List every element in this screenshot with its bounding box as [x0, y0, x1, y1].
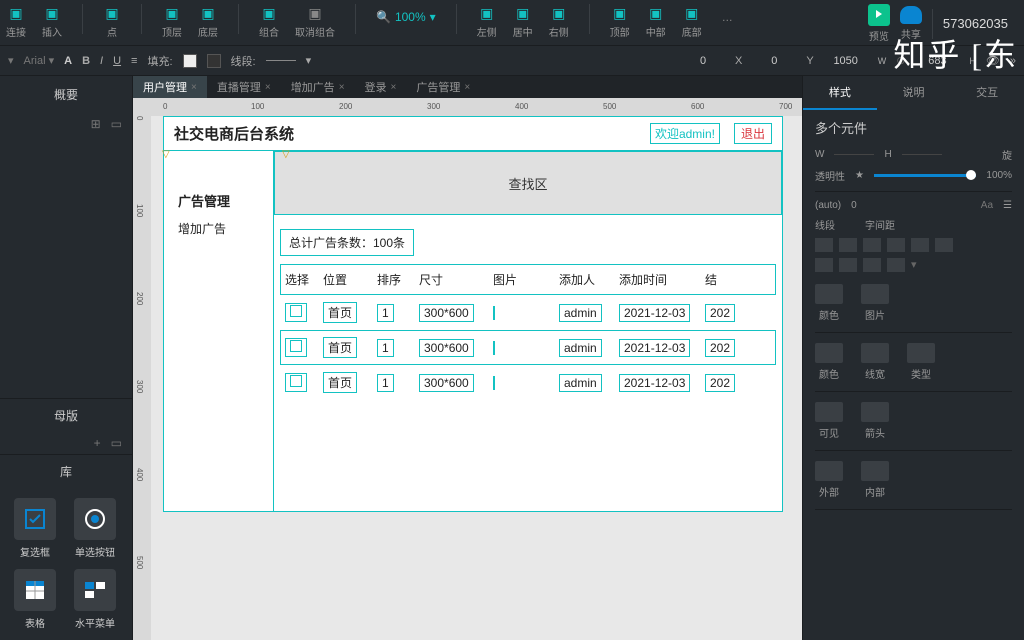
fill-swatch[interactable]: [183, 54, 197, 68]
logout-link[interactable]: 退出: [734, 123, 772, 144]
left-panel: 概要 ⊞▭ 母版 +▭ 库 复选框单选按钮表格水平菜单: [0, 76, 133, 640]
style-prop[interactable]: 线宽: [861, 343, 889, 381]
style-prop[interactable]: 内部: [861, 461, 889, 499]
h-input[interactable]: [915, 55, 959, 67]
lib-table[interactable]: 表格: [10, 569, 60, 630]
outline-header: 概要: [0, 76, 132, 113]
right-panel: 样式说明交互 多个元件 WH旋 透明性★100% (auto)0Aa☰ 线段字间…: [802, 76, 1024, 640]
tool-at[interactable]: ▣顶部: [610, 4, 630, 39]
property-bar: ▾ Arial ▾ A B I U ≡ 填充: 线段:▾ X Y W⊘ H 👁»: [0, 46, 1024, 76]
ruler-vertical: 0100200300400500600: [133, 116, 151, 640]
share-button[interactable]: [900, 6, 922, 24]
style-prop[interactable]: 箭头: [861, 402, 889, 440]
tool-ar[interactable]: ▣右侧: [549, 4, 569, 39]
style-prop[interactable]: 可见: [815, 402, 843, 440]
selection-title: 多个元件: [815, 118, 1012, 137]
canvas: 用户管理 ×直播管理 ×增加广告 ×登录 ×广告管理 × 01002003004…: [133, 76, 802, 640]
folder-icon[interactable]: ▭: [111, 117, 122, 131]
image-placeholder: [493, 376, 495, 390]
y-input[interactable]: [752, 55, 796, 67]
top-toolbar: ▣连接 ▣插入 ▣点 ▣顶层 ▣底层 ▣组合 ▣取消组合 🔍 100% ▾ ▣左侧 ▣居…: [0, 0, 1024, 46]
tool-am[interactable]: ▣中部: [646, 4, 666, 39]
style-prop[interactable]: 颜色: [815, 284, 843, 322]
tool-back[interactable]: ▣底层: [198, 4, 218, 39]
style-prop[interactable]: 类型: [907, 343, 935, 381]
image-placeholder: [493, 341, 495, 355]
lib-radio[interactable]: 单选按钮: [70, 498, 120, 559]
add-icon[interactable]: ⊞: [91, 117, 101, 131]
tool-al[interactable]: ▣左侧: [477, 4, 497, 39]
table-row[interactable]: 首页1300*600admin2021-12-03202: [280, 365, 776, 400]
totals-label: 总计广告条数：100条: [280, 229, 414, 256]
image-placeholder: [493, 306, 495, 320]
ruler-horizontal: 0100200300400500600700: [133, 98, 802, 116]
inspector-tab[interactable]: 说明: [877, 76, 951, 110]
style-prop[interactable]: 图片: [861, 284, 889, 322]
style-prop[interactable]: 外部: [815, 461, 843, 499]
table-header: 选择位置排序尺寸图片添加人添加时间结: [280, 264, 776, 295]
w-input[interactable]: [824, 55, 868, 67]
tab[interactable]: 广告管理 ×: [406, 76, 480, 98]
inspector-tab[interactable]: 交互: [950, 76, 1024, 110]
tool-dot[interactable]: ▣点: [103, 4, 121, 39]
tab[interactable]: 用户管理 ×: [133, 76, 207, 98]
tab[interactable]: 登录 ×: [355, 76, 407, 98]
table-row[interactable]: 首页1300*600admin2021-12-03202: [280, 295, 776, 330]
mockup-page[interactable]: 社交电商后台系统 欢迎admin! 退出 广告管理 增加广告 查找区 总计广告条…: [163, 116, 783, 512]
opacity-slider[interactable]: [874, 174, 976, 177]
zoom-dropdown[interactable]: 🔍 100% ▾: [376, 4, 436, 24]
visibility-icon[interactable]: 👁: [986, 54, 1000, 67]
lib-menu[interactable]: 水平菜单: [70, 569, 120, 630]
welcome-text: 欢迎admin!: [650, 123, 720, 144]
tool-link[interactable]: ▣连接: [6, 4, 26, 39]
tool-ac[interactable]: ▣居中: [513, 4, 533, 39]
x-input[interactable]: [681, 55, 725, 67]
tab[interactable]: 增加广告 ×: [281, 76, 355, 98]
inspector-tab[interactable]: 样式: [803, 76, 877, 110]
tool-ab[interactable]: ▣底部: [682, 4, 702, 39]
search-area: 查找区: [274, 151, 782, 215]
tool-front[interactable]: ▣顶层: [162, 4, 182, 39]
table-row[interactable]: 首页1300*600admin2021-12-03202: [280, 330, 776, 365]
mockup-sidebar: 广告管理 增加广告: [164, 151, 274, 511]
preview-button[interactable]: [868, 4, 890, 26]
lib-checkbox[interactable]: 复选框: [10, 498, 60, 559]
style-prop[interactable]: 颜色: [815, 343, 843, 381]
tool-group[interactable]: ▣组合: [259, 4, 279, 39]
masters-header: 母版: [0, 398, 132, 432]
tab[interactable]: 直播管理 ×: [207, 76, 281, 98]
page-title: 社交电商后台系统: [174, 123, 294, 144]
library-header: 库: [0, 454, 132, 488]
user-id: 573062035: [943, 16, 1018, 31]
tool-ungroup[interactable]: ▣取消组合: [295, 4, 335, 39]
tool-plus[interactable]: ▣插入: [42, 4, 62, 39]
page-tabs: 用户管理 ×直播管理 ×增加广告 ×登录 ×广告管理 ×: [133, 76, 802, 98]
align-buttons[interactable]: [815, 238, 1012, 252]
